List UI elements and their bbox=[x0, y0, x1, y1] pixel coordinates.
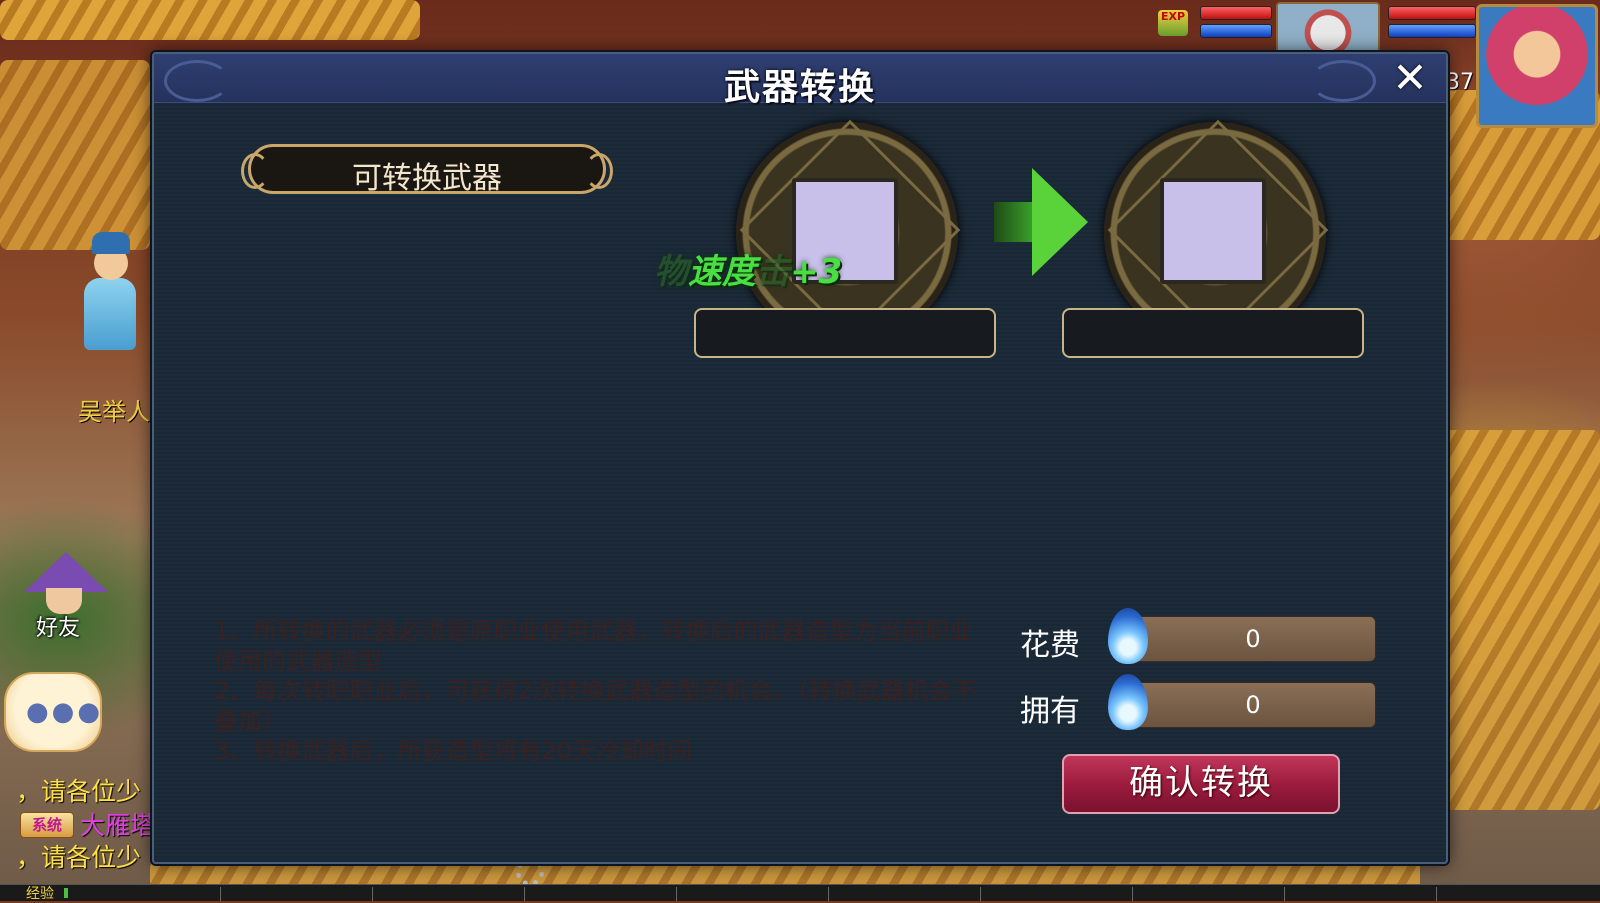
exp-strip bbox=[0, 884, 1600, 901]
cost-value-field: 0 bbox=[1130, 616, 1376, 662]
conversion-notes: 1、所转换的武器必须是原职业使用武器，转换后的武器造型为当前职业使用的武器造型 … bbox=[214, 616, 994, 766]
player-mp-bar bbox=[1388, 24, 1476, 38]
note-line: 3、转换武器后，所获造型将有20天冷却时间 bbox=[214, 737, 692, 765]
player-portrait[interactable] bbox=[1476, 4, 1598, 128]
convertible-weapon-list[interactable] bbox=[248, 204, 606, 624]
weapon-list-header: 可转换武器 bbox=[241, 144, 613, 196]
owned-label: 拥有 bbox=[1020, 694, 1080, 729]
pet-portrait[interactable] bbox=[1276, 2, 1380, 54]
source-weapon-name bbox=[694, 308, 996, 358]
owned-value-field: 0 bbox=[1130, 682, 1376, 728]
chat-line: ，请各位少 bbox=[16, 777, 142, 806]
dialog-title: 武器转换 bbox=[723, 67, 876, 108]
note-line: 1、所转换的武器必须是原职业使用武器，转换后的武器造型为当前职业使用的武器造型 bbox=[214, 617, 974, 675]
npc-name: 吴举人 bbox=[78, 398, 150, 426]
weapon-convert-dialog: 武器转换 ✕ 可转换武器 物速度击+3 1、所转换的武器必须是原职业使用武器，转… bbox=[152, 52, 1448, 864]
exp-boost-icon[interactable]: EXP bbox=[1158, 10, 1188, 36]
cost-row: 花费 0 bbox=[1020, 608, 1376, 664]
player-hp-bar bbox=[1388, 6, 1476, 20]
exp-label: 经验 bbox=[26, 886, 54, 902]
chat-line: ，请各位少 bbox=[16, 843, 142, 872]
system-badge: 系统 bbox=[20, 812, 74, 838]
friend-label: 好友 bbox=[36, 616, 81, 641]
cost-value: 0 bbox=[1245, 625, 1261, 653]
player-level: 37 bbox=[1446, 70, 1474, 95]
weapon-list-header-label: 可转换武器 bbox=[352, 161, 502, 196]
float-bonus: +3 bbox=[790, 252, 843, 292]
cost-label: 花费 bbox=[1020, 628, 1080, 663]
npc-character[interactable] bbox=[78, 232, 142, 362]
chat-line: 大雁塔 bbox=[80, 811, 156, 840]
close-icon[interactable]: ✕ bbox=[1388, 56, 1432, 100]
stat-bonus-float-text: 物速度击+3 bbox=[654, 244, 842, 293]
float-stat: 速度 bbox=[688, 252, 756, 292]
target-weapon-slot[interactable] bbox=[1160, 178, 1266, 284]
float-ghost-prefix: 物 bbox=[654, 252, 688, 292]
roof-tiles bbox=[0, 0, 420, 40]
chat-button[interactable]: ●●● bbox=[4, 672, 102, 752]
pet-mp-bar bbox=[1200, 24, 1272, 38]
target-weapon-name bbox=[1062, 308, 1364, 358]
exp-fill bbox=[64, 888, 68, 898]
owned-value: 0 bbox=[1245, 691, 1261, 719]
note-line: 2、每次转职职业后，可获得2次转换武器造型的机会。（转换武器机会不叠加） bbox=[214, 677, 977, 735]
owned-row: 拥有 0 bbox=[1020, 674, 1376, 730]
chat-dots-icon: ●●● bbox=[26, 697, 104, 727]
dialog-titlebar: 武器转换 ✕ bbox=[154, 54, 1446, 108]
float-ghost-mid: 击 bbox=[756, 252, 790, 292]
roof-tiles bbox=[0, 60, 150, 250]
pet-hp-bar bbox=[1200, 6, 1272, 20]
confirm-convert-button[interactable]: 确认转换 bbox=[1062, 754, 1340, 814]
